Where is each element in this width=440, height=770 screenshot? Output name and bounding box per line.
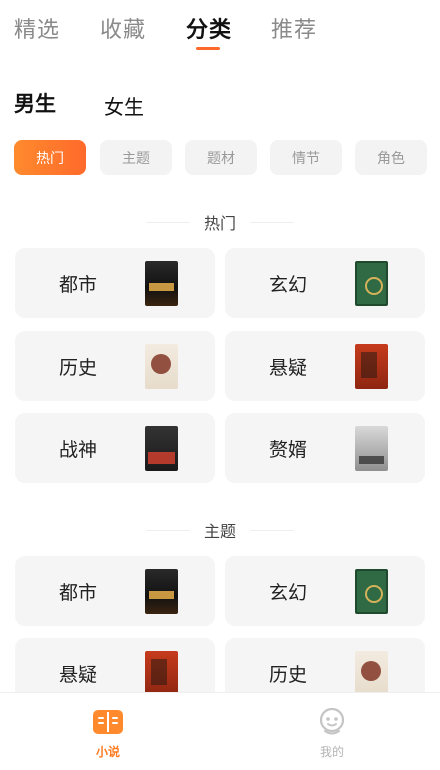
category-card[interactable]: 战神 [15,413,215,483]
divider [145,221,190,223]
book-cover-image [355,344,388,389]
section-header-hot: 热门 [0,210,440,234]
category-label: 赘婿 [269,439,308,461]
tag-theme[interactable]: 主题 [100,140,172,175]
category-label: 战神 [59,439,98,461]
category-card[interactable]: 历史 [15,331,215,401]
divider [145,529,190,531]
book-cover-image [145,651,178,696]
tag-plot[interactable]: 情节 [270,140,342,175]
book-cover-image [355,261,388,306]
category-card[interactable]: 悬疑 [225,331,425,401]
category-card[interactable]: 玄幻 [225,248,425,318]
gender-male-tab[interactable]: 男生 [14,88,56,118]
book-cover-image [145,426,178,471]
category-label: 历史 [59,357,98,379]
category-label: 悬疑 [59,664,98,686]
book-icon [91,707,125,737]
gender-female-tab[interactable]: 女生 [104,91,144,120]
category-card[interactable]: 都市 [15,248,215,318]
book-cover-image [355,426,388,471]
active-tab-indicator [196,47,220,50]
book-cover-image [355,651,388,696]
nav-mine-label: 我的 [319,745,344,759]
category-label: 都市 [59,582,98,604]
tag-role[interactable]: 角色 [355,140,427,175]
book-cover-image [145,344,178,389]
profile-icon [315,707,349,737]
nav-mine[interactable]: 我的 [302,707,362,763]
nav-novel-label: 小说 [95,745,120,759]
section-title: 主题 [203,522,236,541]
category-label: 悬疑 [269,357,308,379]
tab-favorites[interactable]: 收藏 [100,12,146,44]
tag-hot[interactable]: 热门 [14,140,86,175]
category-label: 玄幻 [269,582,308,604]
category-card[interactable]: 玄幻 [225,556,425,626]
tab-recommend[interactable]: 推荐 [271,12,317,44]
category-card[interactable]: 赘婿 [225,413,425,483]
tab-categories[interactable]: 分类 [186,12,232,44]
divider [250,529,294,531]
category-label: 玄幻 [269,274,308,296]
book-cover-image [355,569,388,614]
category-card[interactable]: 都市 [15,556,215,626]
book-cover-image [145,261,178,306]
tag-genre[interactable]: 题材 [185,140,257,175]
nav-novel[interactable]: 小说 [78,707,138,763]
divider [250,221,294,223]
section-title: 热门 [203,214,236,233]
tab-featured[interactable]: 精选 [14,12,60,44]
top-tab-bar: 精选 收藏 分类 推荐 [0,0,440,60]
section-header-theme: 主题 [0,518,440,542]
book-cover-image [145,569,178,614]
category-label: 都市 [59,274,98,296]
category-label: 历史 [269,664,308,686]
bottom-nav-bar: 小说 我的 [0,692,440,770]
